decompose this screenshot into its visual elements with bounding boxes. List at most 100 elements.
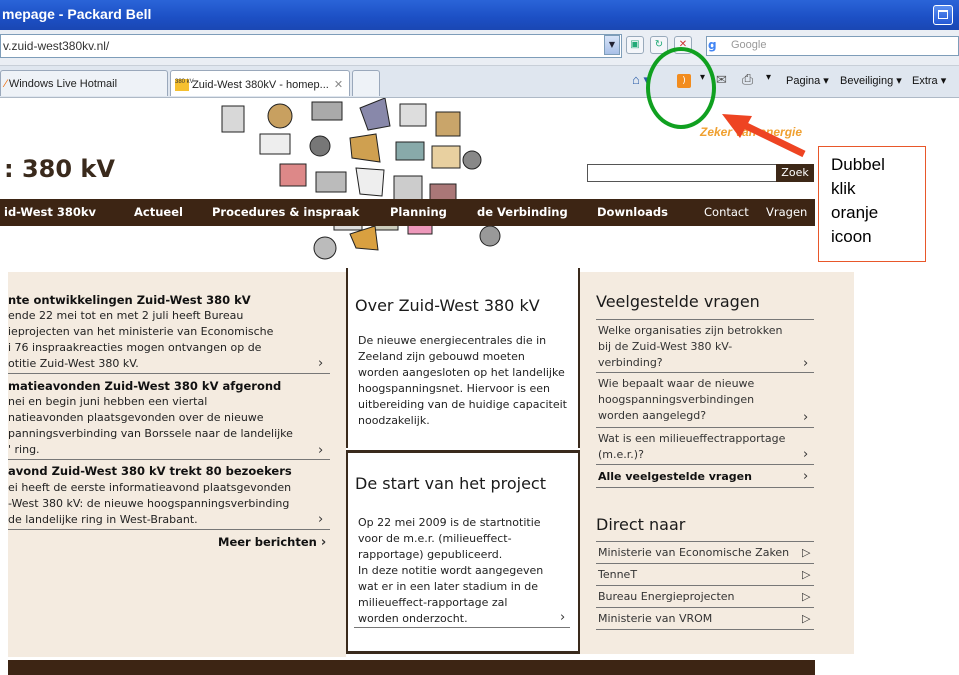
direct-link-tennet[interactable]: TenneT bbox=[598, 568, 637, 581]
chevron-right-icon[interactable]: › bbox=[803, 469, 808, 484]
address-toolbar: v.zuid-west380kv.nl/ ▼ ▣ ↻ ✕ Google g bbox=[0, 30, 959, 66]
direct-link-bureau[interactable]: Bureau Energieprojecten bbox=[598, 590, 735, 603]
site-search-button[interactable]: Zoek bbox=[776, 164, 814, 182]
faq-line: Wat is een milieueffectrapportage bbox=[598, 432, 786, 445]
nav-actueel[interactable]: Actueel bbox=[134, 205, 183, 219]
faq-item[interactable]: Welke organisaties zijn betrokken bij de… bbox=[598, 323, 782, 371]
maximize-icon bbox=[938, 10, 948, 19]
about-text: De nieuwe energiecentrales die in Zeelan… bbox=[358, 333, 567, 429]
chevron-right-icon: › bbox=[320, 535, 327, 550]
start-line: Op 22 mei 2009 is de startnotitie bbox=[358, 516, 541, 529]
faq-line: verbinding? bbox=[598, 356, 663, 369]
external-link-icon[interactable]: ▷ bbox=[802, 546, 810, 559]
divider bbox=[596, 487, 814, 488]
nav-planning[interactable]: Planning bbox=[390, 205, 447, 219]
all-faq-link[interactable]: Alle veelgestelde vragen bbox=[598, 469, 752, 485]
security-menu[interactable]: Beveiliging ▾ bbox=[840, 74, 902, 87]
nav-home[interactable]: id-West 380kv bbox=[4, 205, 96, 219]
about-line: De nieuwe energiecentrales die in bbox=[358, 334, 547, 347]
hotmail-icon: ⁄ bbox=[5, 78, 7, 90]
news-line: ende 22 mei tot en met 2 juli heeft Bure… bbox=[8, 309, 244, 322]
news-title[interactable]: avond Zuid-West 380 kV trekt 80 bezoeker… bbox=[8, 464, 292, 478]
red-arrow-icon bbox=[722, 114, 806, 158]
more-news-label: Meer berichten bbox=[218, 535, 317, 549]
new-tab-button[interactable] bbox=[352, 70, 380, 96]
close-tab-icon[interactable]: ✕ bbox=[334, 79, 343, 91]
divider bbox=[596, 319, 814, 320]
compatibility-icon[interactable]: ▣ bbox=[626, 36, 644, 54]
faq-item[interactable]: Wat is een milieueffectrapportage (m.e.r… bbox=[598, 431, 785, 463]
appliance-collage-image bbox=[221, 98, 501, 260]
address-dropdown-button[interactable]: ▼ bbox=[604, 35, 620, 55]
callout-line: icoon bbox=[831, 227, 872, 246]
divider bbox=[596, 372, 814, 373]
nav-verbinding[interactable]: de Verbinding bbox=[477, 205, 568, 219]
news-line: nei en begin juni hebben een viertal bbox=[8, 395, 208, 408]
news-line: ieprojecten van het ministerie van Econo… bbox=[8, 325, 274, 338]
news-title[interactable]: nte ontwikkelingen Zuid-West 380 kV bbox=[8, 293, 251, 307]
chevron-right-icon[interactable]: › bbox=[318, 512, 323, 527]
chevron-right-icon[interactable]: › bbox=[803, 356, 808, 371]
address-bar[interactable]: v.zuid-west380kv.nl/ bbox=[0, 34, 622, 58]
chevron-right-icon[interactable]: › bbox=[318, 356, 323, 371]
maximize-button[interactable] bbox=[933, 5, 953, 25]
project-start-text: Op 22 mei 2009 is de startnotitie voor d… bbox=[358, 515, 543, 627]
external-link-icon[interactable]: ▷ bbox=[802, 590, 810, 603]
footer-bar bbox=[8, 660, 815, 675]
chevron-right-icon[interactable]: › bbox=[560, 610, 565, 625]
divider bbox=[596, 629, 814, 630]
more-news-link[interactable]: Meer berichten › bbox=[218, 535, 326, 550]
nav-procedures[interactable]: Procedures & inspraak bbox=[212, 205, 359, 219]
external-link-icon[interactable]: ▷ bbox=[802, 568, 810, 581]
divider bbox=[596, 464, 814, 465]
print-icon[interactable]: ⎙ bbox=[742, 71, 753, 88]
nav-downloads[interactable]: Downloads bbox=[597, 205, 668, 219]
site-logo[interactable]: : 380 kV bbox=[4, 155, 115, 183]
nav-vragen[interactable]: Vragen bbox=[766, 205, 807, 219]
site-favicon: 380 kV bbox=[175, 79, 194, 92]
tab-hotmail[interactable]: ⁄ Windows Live Hotmail bbox=[0, 70, 168, 96]
start-line: In deze notitie wordt aangegeven bbox=[358, 564, 544, 577]
chevron-right-icon[interactable]: › bbox=[318, 443, 323, 458]
faq-line: hoogspanningsverbindingen bbox=[598, 393, 755, 406]
direct-link-vrom[interactable]: Ministerie van VROM bbox=[598, 612, 712, 625]
news-text: ende 22 mei tot en met 2 juli heeft Bure… bbox=[8, 308, 273, 372]
about-title: Over Zuid-West 380 kV bbox=[355, 296, 540, 315]
direct-link-ez[interactable]: Ministerie van Economische Zaken bbox=[598, 546, 789, 559]
project-start-title: De start van het project bbox=[355, 474, 546, 493]
search-placeholder: Google bbox=[731, 39, 767, 51]
page-menu[interactable]: Pagina ▾ bbox=[786, 74, 829, 87]
print-dropdown-icon[interactable]: ▾ bbox=[766, 72, 771, 83]
news-title[interactable]: matieavonden Zuid-West 380 kV afgerond bbox=[8, 379, 281, 393]
start-line: rapportage) gepubliceerd. bbox=[358, 548, 503, 561]
address-url: v.zuid-west380kv.nl/ bbox=[3, 39, 110, 53]
callout-line: klik bbox=[831, 179, 856, 198]
chevron-right-icon[interactable]: › bbox=[803, 447, 808, 462]
faq-line: bij de Zuid-West 380 kV- bbox=[598, 340, 733, 353]
divider bbox=[8, 529, 330, 530]
divider bbox=[596, 607, 814, 608]
site-search-input[interactable] bbox=[587, 164, 777, 182]
chevron-right-icon[interactable]: › bbox=[803, 410, 808, 425]
tab-label: Zuid-West 380kV - homep... bbox=[192, 79, 329, 91]
main-navigation: id-West 380kv Actueel Procedures & inspr… bbox=[0, 199, 815, 226]
mail-icon[interactable]: ✉ bbox=[716, 72, 727, 88]
news-text: ei heeft de eerste informatieavond plaat… bbox=[8, 480, 291, 528]
divider bbox=[596, 563, 814, 564]
faq-title: Veelgestelde vragen bbox=[596, 292, 760, 311]
window-title-bar: mepage - Packard Bell bbox=[0, 0, 959, 30]
tab-bar: ⁄ Windows Live Hotmail 380 kV Zuid-West 3… bbox=[0, 66, 959, 98]
nav-contact[interactable]: Contact bbox=[704, 205, 749, 219]
tools-menu[interactable]: Extra ▾ bbox=[912, 74, 946, 87]
google-icon: g bbox=[708, 38, 717, 52]
faq-item[interactable]: Wie bepaalt waar de nieuwe hoogspannings… bbox=[598, 376, 754, 424]
news-text: nei en begin juni hebben een viertal nat… bbox=[8, 394, 293, 458]
external-link-icon[interactable]: ▷ bbox=[802, 612, 810, 625]
tab-zuid-west[interactable]: 380 kV Zuid-West 380kV - homep... ✕ bbox=[170, 70, 350, 96]
divider bbox=[596, 541, 814, 542]
search-input[interactable]: Google bbox=[706, 36, 959, 56]
news-line: -West 380 kV: de nieuwe hoogspanningsver… bbox=[8, 497, 290, 510]
start-line: milieueffect-rapportage zal bbox=[358, 596, 508, 609]
news-line: otitie Zuid-West 380 kV. bbox=[8, 357, 139, 370]
divider bbox=[596, 427, 814, 428]
